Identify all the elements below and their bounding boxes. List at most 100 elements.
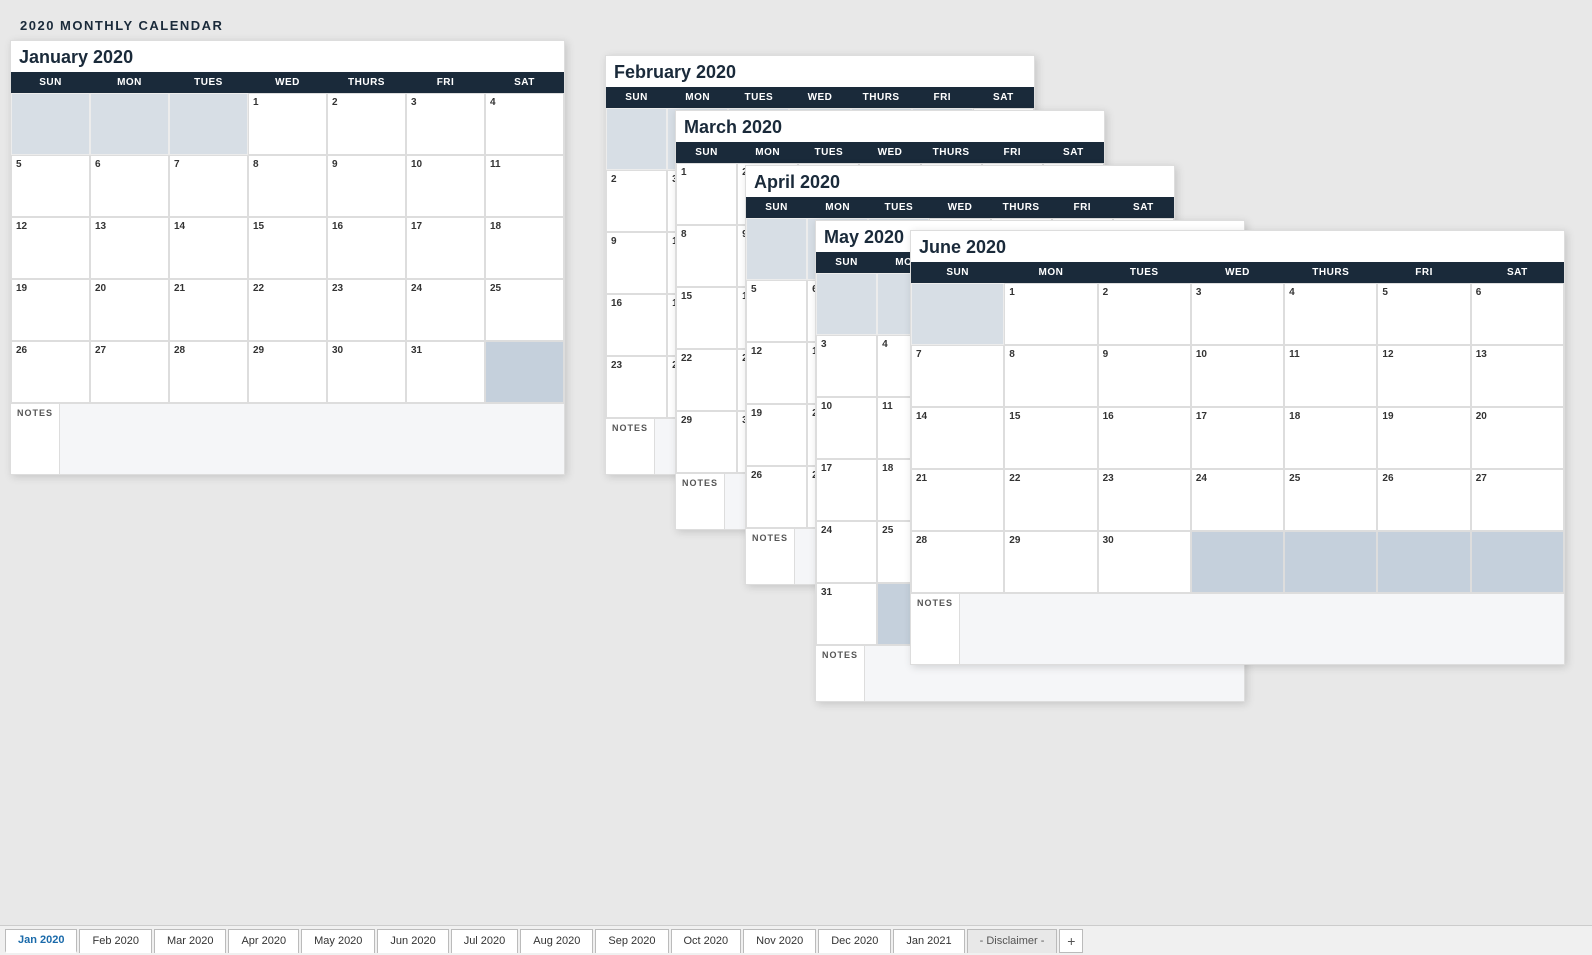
mon-header: MON [90, 72, 169, 93]
notes-label-mar: NOTES [676, 474, 725, 529]
cal-cell: 15 [248, 217, 327, 279]
notes-label-apr: NOTES [746, 529, 795, 584]
cal-cell: 7 [169, 155, 248, 217]
cal-cell: 9 [1098, 345, 1191, 407]
cal-cell: 30 [327, 341, 406, 403]
fri-header: FRI [406, 72, 485, 93]
tab-item-10[interactable]: Nov 2020 [743, 929, 816, 953]
cal-cell: 15 [676, 287, 737, 349]
tab-item-7[interactable]: Aug 2020 [520, 929, 593, 953]
tab-item-4[interactable]: May 2020 [301, 929, 375, 953]
cal-cell: 5 [746, 280, 807, 342]
cal-cell: 7 [911, 345, 1004, 407]
notes-label: NOTES [11, 404, 60, 474]
cal-cell: 19 [11, 279, 90, 341]
cal-cell: 15 [1004, 407, 1097, 469]
cal-cell: 31 [406, 341, 485, 403]
tab-item-13[interactable]: - Disclaimer - [967, 929, 1058, 953]
cal-cell: 21 [169, 279, 248, 341]
cal-cell [1471, 531, 1564, 593]
tues-header: TUES [169, 72, 248, 93]
jun-header: SUN MON TUES WED THURS FRI SAT [911, 262, 1564, 283]
tab-item-5[interactable]: Jun 2020 [377, 929, 448, 953]
jun-title: June 2020 [911, 231, 1564, 262]
cal-cell: 10 [816, 397, 877, 459]
cal-cell: 16 [1098, 407, 1191, 469]
cal-cell: 29 [248, 341, 327, 403]
cal-cell: 9 [327, 155, 406, 217]
tab-item-11[interactable]: Dec 2020 [818, 929, 891, 953]
main-area: 2020 MONTHLY CALENDAR January 2020 SUN M… [0, 0, 1592, 925]
feb-title: February 2020 [606, 56, 1034, 87]
cal-cell: 16 [327, 217, 406, 279]
cal-cell [485, 341, 564, 403]
cal-cell: 17 [816, 459, 877, 521]
january-notes: NOTES [11, 403, 564, 474]
tab-item-9[interactable]: Oct 2020 [671, 929, 742, 953]
tab-item-8[interactable]: Sep 2020 [595, 929, 668, 953]
cal-cell: 21 [911, 469, 1004, 531]
jun-grid: 1234567891011121314151617181920212223242… [911, 283, 1564, 593]
cal-cell: 5 [11, 155, 90, 217]
tab-item-3[interactable]: Apr 2020 [228, 929, 299, 953]
cal-cell: 9 [606, 232, 667, 294]
cal-cell [746, 218, 807, 280]
cal-cell [1377, 531, 1470, 593]
cal-cell: 6 [1471, 283, 1564, 345]
cal-cell [1284, 531, 1377, 593]
page-title: 2020 MONTHLY CALENDAR [20, 18, 1572, 33]
cal-cell: 26 [1377, 469, 1470, 531]
jun-notes: NOTES [911, 593, 1564, 664]
cal-cell: 8 [1004, 345, 1097, 407]
cal-cell: 3 [1191, 283, 1284, 345]
cal-cell [1191, 531, 1284, 593]
cal-cell: 23 [327, 279, 406, 341]
cal-cell: 26 [11, 341, 90, 403]
cal-cell: 29 [676, 411, 737, 473]
cal-cell: 17 [1191, 407, 1284, 469]
cal-cell: 25 [1284, 469, 1377, 531]
cal-cell: 24 [816, 521, 877, 583]
cal-cell: 3 [406, 93, 485, 155]
tab-item-6[interactable]: Jul 2020 [451, 929, 519, 953]
cal-cell: 13 [90, 217, 169, 279]
cal-cell [90, 93, 169, 155]
cal-cell: 26 [746, 466, 807, 528]
cal-cell: 2 [327, 93, 406, 155]
cal-cell: 11 [485, 155, 564, 217]
june-calendar: June 2020 SUN MON TUES WED THURS FRI SAT… [910, 230, 1565, 665]
cal-cell: 12 [746, 342, 807, 404]
cal-cell: 27 [1471, 469, 1564, 531]
notes-content [60, 404, 564, 474]
tab-bar: Jan 2020Feb 2020Mar 2020Apr 2020May 2020… [0, 925, 1592, 955]
tab-item-0[interactable]: Jan 2020 [5, 929, 77, 953]
cal-cell: 2 [1098, 283, 1191, 345]
cal-cell: 30 [1098, 531, 1191, 593]
app-container: 2020 MONTHLY CALENDAR January 2020 SUN M… [0, 0, 1592, 955]
cal-cell: 18 [1284, 407, 1377, 469]
cal-cell: 1 [248, 93, 327, 155]
cal-cell: 20 [90, 279, 169, 341]
cal-cell: 23 [1098, 469, 1191, 531]
tab-item-2[interactable]: Mar 2020 [154, 929, 226, 953]
tab-item-12[interactable]: Jan 2021 [893, 929, 964, 953]
cal-cell [11, 93, 90, 155]
cal-cell: 16 [606, 294, 667, 356]
cal-cell: 18 [485, 217, 564, 279]
cal-cell: 11 [1284, 345, 1377, 407]
tab-item-1[interactable]: Feb 2020 [79, 929, 151, 953]
cal-cell: 8 [676, 225, 737, 287]
notes-content-jun [960, 594, 1564, 664]
cal-cell: 6 [90, 155, 169, 217]
feb-header: SUN MON TUES WED THURS FRI SAT [606, 87, 1034, 108]
wed-header: WED [248, 72, 327, 93]
cal-cell: 31 [816, 583, 877, 645]
cal-cell: 14 [911, 407, 1004, 469]
cal-cell: 10 [1191, 345, 1284, 407]
sat-header: SAT [485, 72, 564, 93]
cal-cell: 28 [169, 341, 248, 403]
add-tab-button[interactable]: + [1059, 929, 1083, 953]
cal-cell: 5 [1377, 283, 1470, 345]
cal-cell: 22 [676, 349, 737, 411]
cal-cell: 12 [11, 217, 90, 279]
